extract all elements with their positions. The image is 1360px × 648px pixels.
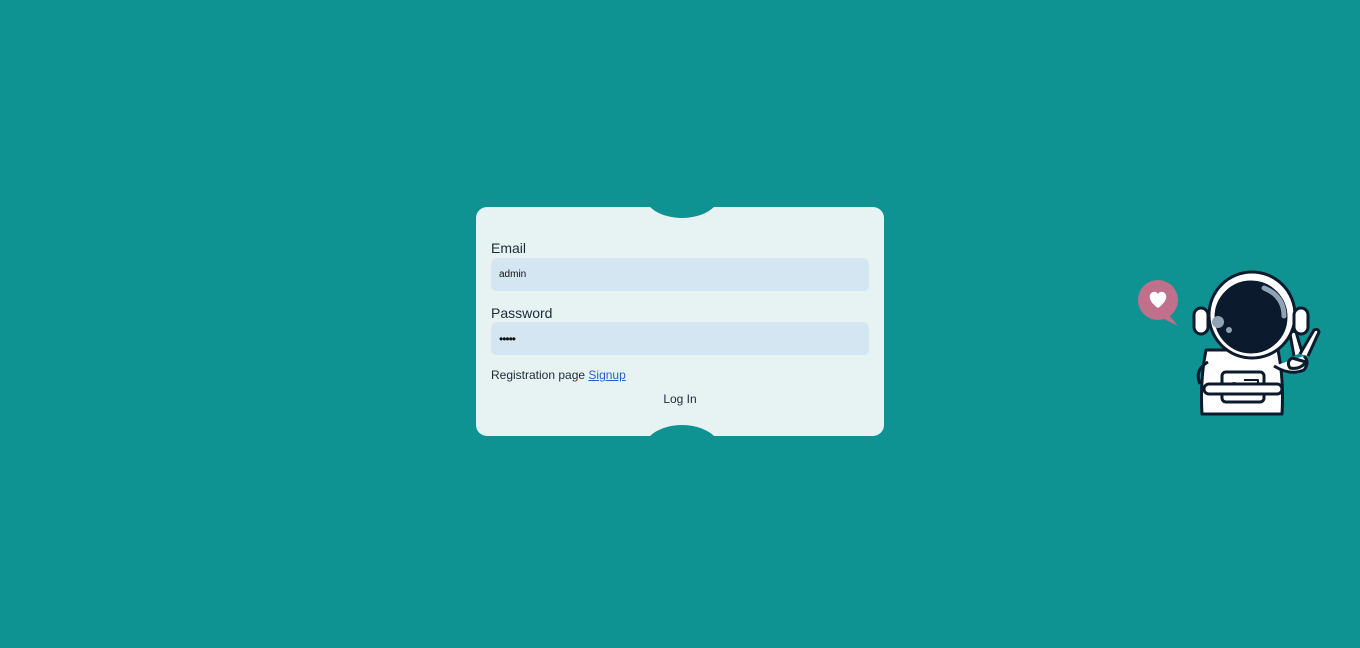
email-label: Email (491, 240, 527, 256)
astronaut-illustration (1138, 270, 1321, 416)
heart-bubble-icon (1138, 280, 1178, 326)
signup-link[interactable]: Signup (588, 368, 625, 382)
email-input[interactable] (491, 258, 869, 291)
password-label: Password (491, 305, 553, 321)
login-card: Email Password Registration page Signup … (476, 194, 884, 449)
login-button[interactable]: Log In (476, 390, 884, 408)
registration-text: Registration page (491, 368, 589, 382)
card-bottom-notch (644, 425, 720, 449)
card-top-notch (644, 194, 720, 218)
registration-line: Registration page Signup (491, 368, 626, 382)
astronaut-icon (1192, 270, 1321, 416)
password-input[interactable] (491, 322, 869, 355)
